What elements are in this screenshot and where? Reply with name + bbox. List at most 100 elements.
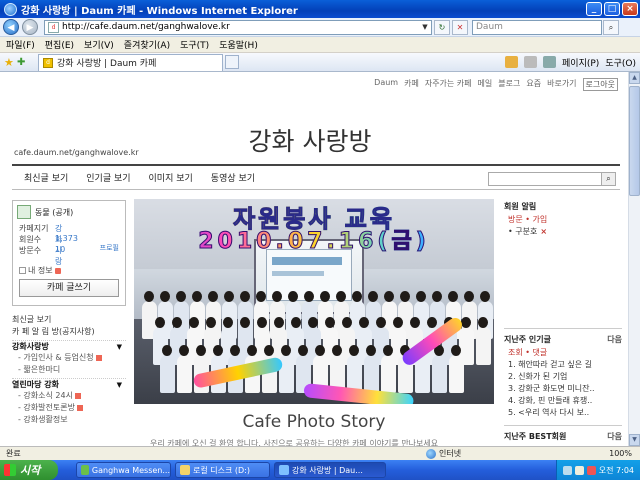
collapse-icon[interactable]: ▼: [117, 379, 122, 391]
feed-icon[interactable]: [524, 56, 538, 68]
search-icon[interactable]: ⌕: [603, 19, 619, 35]
left-menu-sub[interactable]: - 강화발전토론방: [12, 402, 126, 414]
topnav-mail[interactable]: 메일: [478, 78, 493, 91]
cafe-photo[interactable]: 자원봉사 교육 2010.07.16(금): [134, 199, 494, 404]
photo-person: [476, 327, 491, 365]
maximize-button[interactable]: □: [604, 2, 620, 16]
best-member-title: 지난주 BEST회원 다음: [504, 430, 622, 444]
zoom-level[interactable]: 100%: [609, 449, 632, 458]
photo-caption[interactable]: Cafe Photo Story: [134, 412, 494, 432]
photo-person: [364, 355, 379, 393]
cafe-url[interactable]: cafe.daum.net/ganghwalove.kr: [14, 148, 139, 157]
topnav-frequent[interactable]: 자주가는 카페: [425, 78, 472, 91]
forward-button[interactable]: ▶: [22, 19, 38, 35]
photo-person-head: [272, 291, 282, 302]
search-input[interactable]: Daum: [472, 19, 602, 35]
cafe-search-input[interactable]: ⌕: [488, 172, 616, 186]
tab-latest[interactable]: 최신글 보기: [24, 171, 68, 184]
topnav-shortcut[interactable]: 바로가기: [547, 78, 576, 91]
vertical-scrollbar[interactable]: ▲ ▼: [628, 72, 640, 446]
taskbar-button[interactable]: 로컬 디스크 (D:): [175, 462, 270, 478]
cafe-search-icon[interactable]: ⌕: [601, 173, 615, 185]
tab-active[interactable]: d 강화 사랑방 | Daum 카페: [38, 53, 223, 71]
close-button[interactable]: ×: [622, 2, 638, 16]
popular-item[interactable]: 3. 강화군 화도면 미니잔..: [504, 383, 622, 395]
left-menu-sub[interactable]: - 강화생활정보: [12, 414, 126, 426]
my-info-link[interactable]: 내 정보: [19, 265, 61, 276]
left-menu-item[interactable]: 카 페 알 림 방(공지사항): [12, 326, 126, 338]
member-alert-item[interactable]: 방문 • 가입: [504, 214, 622, 226]
new-badge-icon: [54, 267, 61, 274]
topnav-blog[interactable]: 블로그: [498, 78, 520, 91]
photo-banner-date: 2010.07.16(금): [134, 223, 494, 255]
taskbar-button[interactable]: Ganghwa Messen...: [76, 462, 171, 478]
photo-person-head: [376, 317, 386, 328]
close-icon[interactable]: ×: [540, 227, 547, 236]
popular-more-link[interactable]: 다음: [607, 333, 622, 347]
print-icon[interactable]: [543, 56, 557, 68]
photo-person-head: [352, 291, 362, 302]
visitors-value: 10: [55, 245, 66, 254]
profile-link[interactable]: 프로필: [100, 243, 119, 253]
best-more-link[interactable]: 다음: [607, 430, 622, 444]
home-icon[interactable]: [505, 56, 519, 68]
page-menu[interactable]: 페이지(P): [562, 56, 599, 69]
address-dropdown-icon[interactable]: ▼: [419, 23, 431, 31]
start-button[interactable]: 시작: [0, 460, 58, 480]
address-bar[interactable]: d http://cafe.daum.net/ganghwalove.kr ▼: [44, 19, 432, 35]
left-menu-head[interactable]: 강화사랑방 ▼: [12, 340, 126, 352]
favorites-star-icon[interactable]: ★: [4, 56, 17, 69]
refresh-icon[interactable]: ↻: [434, 19, 450, 35]
minimize-button[interactable]: _: [586, 2, 602, 16]
stop-icon[interactable]: ✕: [452, 19, 468, 35]
left-menu-sub[interactable]: - 가입인사 & 등업신청: [12, 352, 126, 364]
members-value[interactable]: 1,373: [55, 234, 78, 243]
photo-person-head: [230, 345, 240, 356]
menu-tools[interactable]: 도구(T): [180, 38, 209, 51]
security-icon[interactable]: [586, 465, 596, 475]
collapse-icon[interactable]: ▼: [117, 341, 122, 353]
popular-item[interactable]: 1. 해안따라 걷고 싶은 길: [504, 359, 622, 371]
popular-item[interactable]: 4. 강화, 핀 만들래 휴쟁..: [504, 395, 622, 407]
topnav-cafe[interactable]: 카페: [404, 78, 419, 91]
tab-popular[interactable]: 인기글 보기: [86, 171, 130, 184]
address-url[interactable]: http://cafe.daum.net/ganghwalove.kr: [62, 22, 419, 32]
left-menu-sub[interactable]: - 강화소식 24시: [12, 390, 126, 402]
add-favorite-icon[interactable]: ✚: [17, 57, 30, 68]
menu-help[interactable]: 도움말(H): [219, 38, 258, 51]
taskbar-button-active[interactable]: 강화 사랑방 | Dau...: [274, 462, 386, 478]
topnav-daum[interactable]: Daum: [374, 78, 398, 91]
photo-person-head: [160, 291, 170, 302]
menu-edit[interactable]: 편집(E): [45, 38, 74, 51]
tab-images[interactable]: 이미지 보기: [149, 171, 193, 184]
menu-view[interactable]: 보기(V): [84, 38, 114, 51]
write-post-button[interactable]: 카페 글쓰기: [19, 279, 119, 297]
security-zone[interactable]: 인터넷: [426, 448, 461, 459]
popular-item[interactable]: 2. 신화가 된 기업: [504, 371, 622, 383]
popular-title-label: 지난주 인기글: [504, 335, 551, 344]
left-menu-sub[interactable]: - 짧은한마디: [12, 364, 126, 376]
scroll-down-icon[interactable]: ▼: [629, 434, 640, 446]
logout-button[interactable]: 로그아웃: [582, 78, 618, 91]
menu-favorites[interactable]: 즐겨찾기(A): [124, 38, 170, 51]
volume-icon[interactable]: [574, 465, 584, 475]
tab-videos[interactable]: 동영상 보기: [211, 171, 255, 184]
left-menu-item[interactable]: 최신글 보기: [12, 314, 126, 326]
popular-sort-tabs[interactable]: 조회 • 댓글: [504, 347, 622, 359]
menu-file[interactable]: 파일(F): [6, 38, 35, 51]
photo-person-head: [480, 291, 490, 302]
left-menu-head[interactable]: 열린마당 강화 ▼: [12, 378, 126, 390]
photo-person-head: [274, 317, 284, 328]
scroll-up-icon[interactable]: ▲: [629, 72, 640, 84]
back-button[interactable]: ◀: [3, 19, 19, 35]
photo-person-head: [176, 291, 186, 302]
topnav-yojeum[interactable]: 요즘: [526, 78, 541, 91]
level-icon: [17, 205, 31, 219]
popular-item[interactable]: 5. <우리 역사 다시 보..: [504, 407, 622, 419]
photo-person-head: [464, 291, 474, 302]
member-alert-item[interactable]: • 구분호 ×: [504, 226, 622, 238]
new-tab-button[interactable]: [225, 55, 239, 69]
scroll-thumb[interactable]: [629, 86, 640, 196]
tools-menu[interactable]: 도구(O): [605, 56, 636, 69]
network-icon[interactable]: [562, 465, 572, 475]
